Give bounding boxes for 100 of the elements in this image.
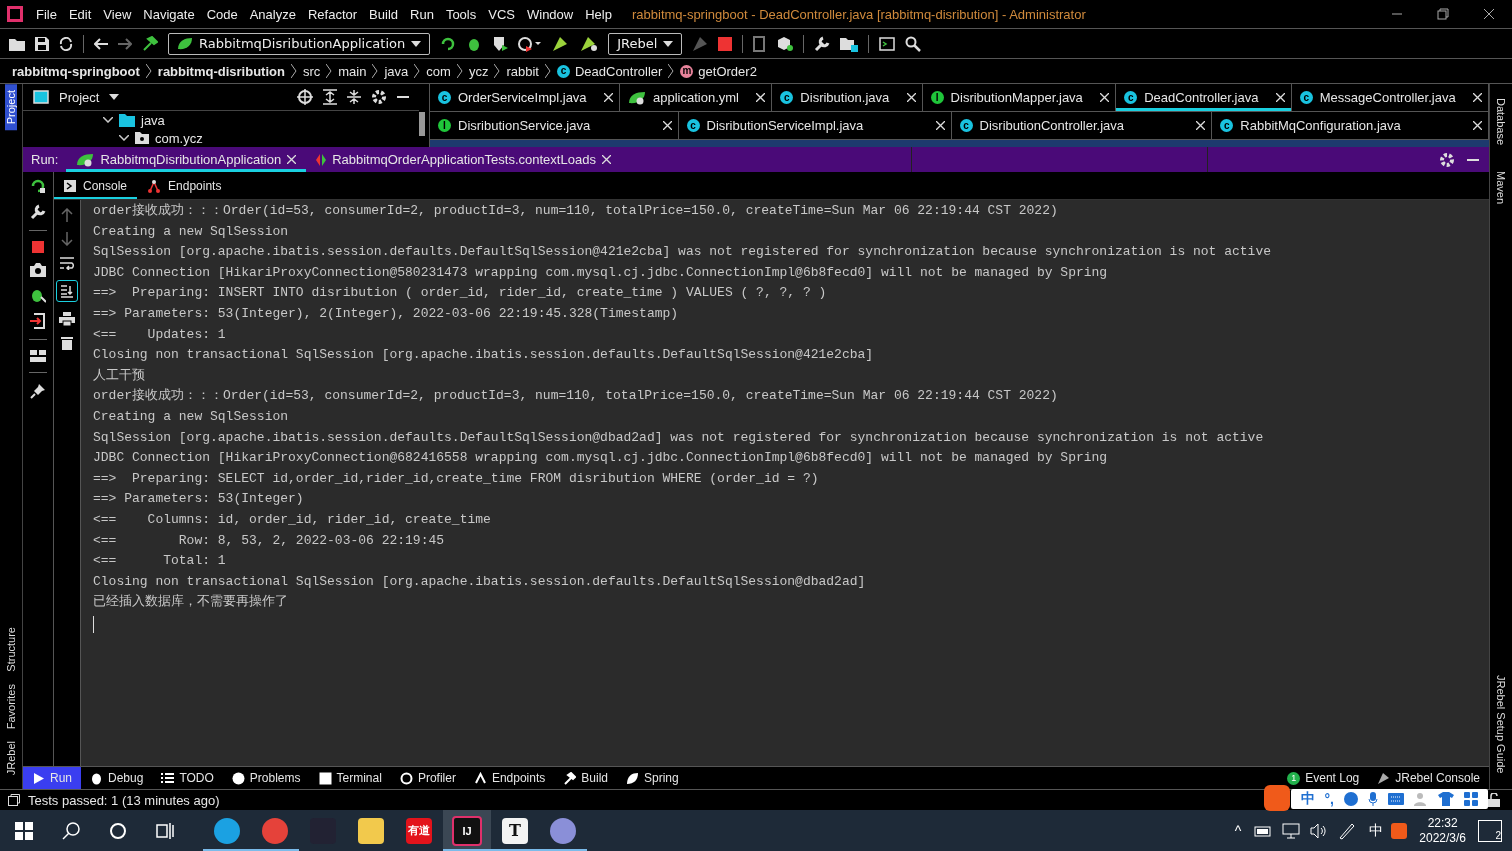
tool-window-label[interactable]: Profiler bbox=[417, 771, 456, 785]
exit-icon[interactable] bbox=[30, 313, 46, 329]
tool-window-button[interactable]: Spring bbox=[616, 767, 688, 789]
tool-window-button[interactable]: Build bbox=[554, 767, 617, 789]
tool-window-button[interactable]: JRebel Console bbox=[1368, 767, 1489, 789]
pen-icon[interactable] bbox=[1338, 821, 1357, 840]
locate-icon[interactable] bbox=[297, 89, 313, 105]
lock-icon[interactable] bbox=[1488, 793, 1500, 807]
menu-item[interactable]: Analyze bbox=[243, 6, 302, 22]
breadcrumb-item[interactable]: rabbit bbox=[506, 63, 539, 79]
back-arrow-icon[interactable] bbox=[94, 37, 108, 50]
camera-icon[interactable] bbox=[30, 263, 46, 277]
microphone-icon[interactable] bbox=[1368, 792, 1378, 806]
chevron-icon[interactable] bbox=[103, 117, 113, 123]
input-language[interactable]: 中 bbox=[1369, 821, 1384, 840]
tool-window-button[interactable]: Problems bbox=[222, 767, 310, 789]
down-arrow-icon[interactable] bbox=[61, 232, 73, 246]
search-icon[interactable] bbox=[62, 821, 80, 840]
menu-item[interactable]: File bbox=[30, 6, 63, 22]
menu-item[interactable]: Run bbox=[404, 6, 440, 22]
tray-chevron[interactable]: ^ bbox=[1234, 822, 1242, 839]
terminal-window-icon[interactable] bbox=[879, 36, 896, 51]
print-icon[interactable] bbox=[59, 312, 75, 326]
menu-item[interactable]: Navigate bbox=[137, 6, 201, 22]
tree-item[interactable]: java bbox=[141, 112, 165, 128]
package-icon[interactable] bbox=[777, 35, 794, 52]
editor-tab[interactable]: c DisributionServiceImpl.java bbox=[678, 112, 952, 139]
tool-window-button[interactable]: Terminal bbox=[309, 767, 391, 789]
console-tab-label[interactable]: Endpoints bbox=[168, 178, 222, 193]
tool-window-label[interactable]: Event Log bbox=[1305, 771, 1360, 785]
tool-window-button[interactable]: TODO bbox=[152, 767, 223, 789]
chevron-icon[interactable] bbox=[119, 135, 129, 141]
task-view-icon[interactable] bbox=[156, 821, 174, 840]
run-config-dropdown[interactable]: RabbitmqDisributionApplication bbox=[168, 32, 431, 55]
tool-window-label[interactable]: Terminal bbox=[336, 771, 382, 785]
run-tab-label[interactable]: RabbitmqOrderApplicationTests.contextLoads bbox=[332, 152, 596, 167]
taskbar-app[interactable]: IJ bbox=[443, 810, 491, 851]
jrebel-dropdown[interactable]: JRebel bbox=[608, 32, 683, 55]
notification-button[interactable]: 2 bbox=[1478, 819, 1502, 842]
collapse-all-icon[interactable] bbox=[347, 89, 361, 105]
profiler-icon[interactable] bbox=[518, 35, 543, 52]
caret-icon[interactable] bbox=[109, 94, 120, 100]
forward-arrow-icon[interactable] bbox=[118, 37, 132, 50]
tool-window-label[interactable]: Debug bbox=[108, 771, 144, 785]
breadcrumb-item[interactable]: ycz bbox=[468, 63, 489, 79]
jrebel-debug-icon[interactable] bbox=[580, 35, 599, 52]
breadcrumb-item[interactable]: getOrder2 bbox=[698, 63, 757, 79]
console-tab[interactable]: Endpoints bbox=[137, 172, 232, 199]
save-icon[interactable] bbox=[35, 36, 49, 51]
menu-item[interactable]: Code bbox=[200, 6, 244, 22]
editor-tab[interactable]: c DisributionController.java bbox=[951, 112, 1213, 139]
wrench-icon[interactable] bbox=[814, 35, 831, 52]
folder-icon[interactable] bbox=[9, 36, 25, 51]
pin-icon[interactable] bbox=[30, 383, 46, 399]
layout-icon[interactable] bbox=[30, 350, 46, 362]
menu-item[interactable]: Build bbox=[363, 6, 404, 22]
editor-tab[interactable]: c OrderServiceImpl.java bbox=[430, 84, 620, 111]
up-arrow-icon[interactable] bbox=[61, 208, 73, 222]
close-icon[interactable] bbox=[1483, 8, 1495, 20]
editor-tab[interactable]: application.yml bbox=[620, 84, 773, 111]
settings-icon[interactable] bbox=[1439, 151, 1455, 168]
run-tab-label[interactable]: RabbitmqDisributionApplication bbox=[100, 152, 282, 167]
windows-start-icon[interactable] bbox=[15, 821, 33, 840]
editor-tab[interactable]: I DisributionService.java bbox=[430, 112, 679, 139]
tool-window-button[interactable]: 1 Event Log bbox=[1278, 767, 1369, 789]
wrench-icon[interactable] bbox=[30, 204, 46, 220]
tool-window-label[interactable]: Endpoints bbox=[491, 771, 546, 785]
tool-window-label[interactable]: Problems bbox=[249, 771, 301, 785]
tool-window-label[interactable]: Build bbox=[581, 771, 608, 785]
volume-icon[interactable] bbox=[1310, 822, 1329, 839]
punctuation-toggle[interactable]: °, bbox=[1324, 791, 1334, 807]
tool-window-button[interactable]: Debug bbox=[81, 767, 153, 789]
clock[interactable]: 22:32 2022/3/6 bbox=[1419, 815, 1466, 846]
trash-icon[interactable] bbox=[61, 336, 73, 350]
search-icon[interactable] bbox=[905, 35, 922, 52]
rerun-icon[interactable] bbox=[30, 178, 46, 194]
editor-tab[interactable]: I DisributionMapper.java bbox=[922, 84, 1117, 111]
tool-window-tab[interactable]: Maven bbox=[1495, 165, 1507, 211]
tool-window-tab[interactable]: Favorites bbox=[5, 677, 17, 735]
layout-icon[interactable] bbox=[8, 794, 20, 806]
taskbar-app[interactable]: 有道 bbox=[395, 810, 443, 851]
menu-item[interactable]: Edit bbox=[62, 6, 98, 22]
panel-title[interactable]: Project bbox=[59, 89, 100, 105]
expand-all-icon[interactable] bbox=[323, 89, 337, 105]
menu-item[interactable]: Refactor bbox=[301, 6, 364, 22]
console-tab-label[interactable]: Console bbox=[83, 178, 128, 193]
breadcrumb-item[interactable]: main bbox=[338, 63, 367, 79]
battery-icon[interactable] bbox=[1254, 824, 1273, 837]
ime-mode[interactable]: 中 bbox=[1300, 790, 1315, 808]
editor-tab[interactable]: c Disribution.java bbox=[772, 84, 923, 111]
coverage-icon[interactable] bbox=[492, 35, 509, 52]
tool-window-tab[interactable]: Database bbox=[1495, 92, 1507, 152]
editor-tab[interactable]: c DeadController.java bbox=[1116, 84, 1292, 111]
scroll-to-end-toggle[interactable] bbox=[56, 280, 78, 302]
tree-item[interactable]: com.ycz bbox=[155, 130, 203, 146]
breadcrumb-item[interactable]: com bbox=[426, 63, 451, 79]
settings-icon[interactable] bbox=[371, 89, 387, 105]
tool-window-label[interactable]: Spring bbox=[643, 771, 679, 785]
menu-item[interactable]: VCS bbox=[482, 6, 521, 22]
tool-window-button[interactable]: Endpoints bbox=[464, 767, 555, 789]
